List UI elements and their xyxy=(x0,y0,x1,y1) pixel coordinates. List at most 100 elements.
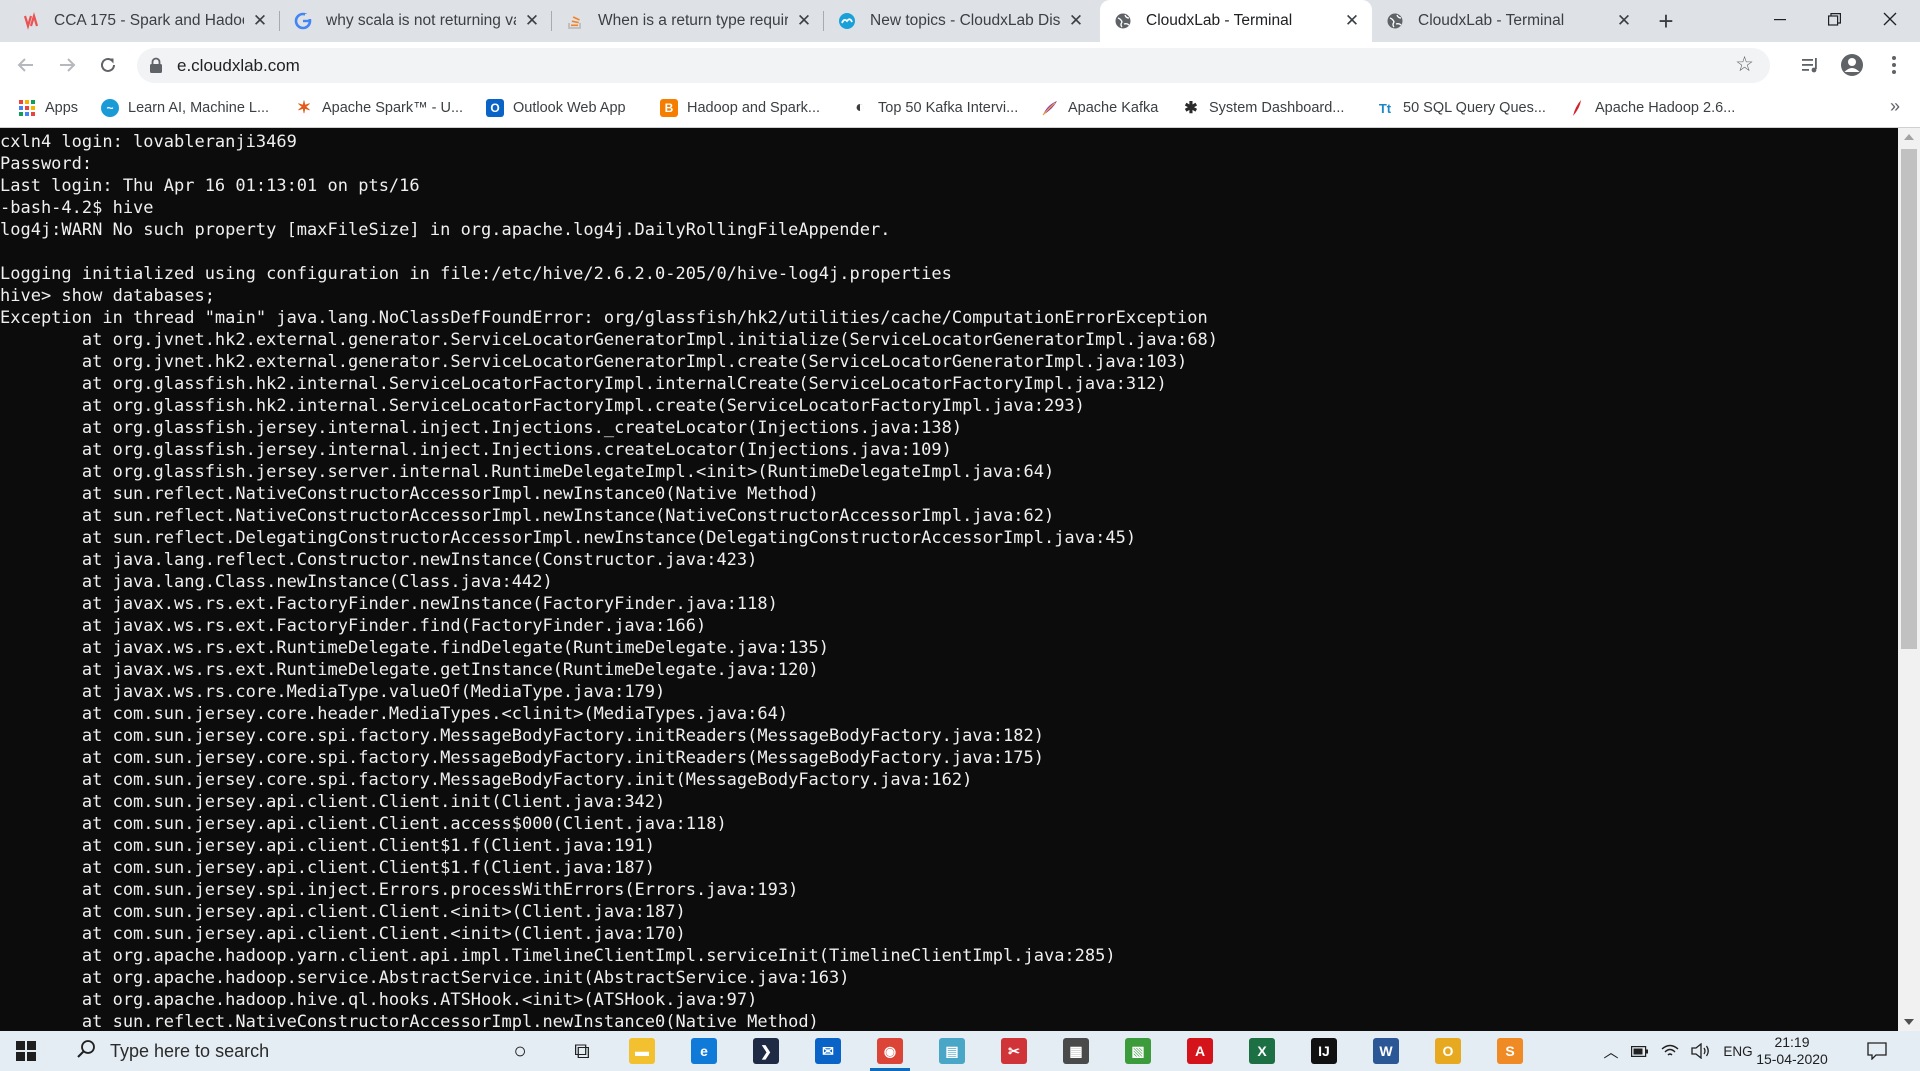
taskbar-search-box[interactable]: Type here to search xyxy=(62,1031,480,1071)
bookmark-star-icon[interactable]: ☆ xyxy=(1735,54,1754,76)
restore-button[interactable] xyxy=(1806,0,1862,38)
bookmark-learn-ai[interactable]: ~ Learn AI, Machine L... xyxy=(101,98,269,118)
bookmark-label: System Dashboard... xyxy=(1209,100,1345,116)
profile-button[interactable] xyxy=(1838,51,1866,79)
terminal-line: at javax.ws.rs.ext.RuntimeDelegate.getIn… xyxy=(0,660,819,680)
tab-title: New topics - CloudxLab Disc xyxy=(870,12,1060,29)
network-app-icon: ▦ xyxy=(1063,1038,1089,1064)
arrow-left-icon xyxy=(17,58,33,72)
account-icon xyxy=(1841,54,1863,76)
scroll-up-icon[interactable] xyxy=(1904,134,1914,140)
clock-time: 21:19 xyxy=(1774,1034,1810,1050)
terminal-line: at com.sun.jersey.core.header.MediaTypes… xyxy=(0,704,789,724)
tab-return-type[interactable]: When is a return type require ✕ xyxy=(552,0,824,42)
terminal-scrollbar[interactable] xyxy=(1898,128,1920,1031)
bookmark-outlook[interactable]: O Outlook Web App xyxy=(486,98,626,118)
show-hidden-icons-chevron-icon[interactable]: ︿ xyxy=(1603,1039,1619,1063)
taskbar-app-intellij[interactable]: IJ xyxy=(1302,1035,1346,1067)
start-button[interactable] xyxy=(16,1041,36,1066)
minimize-button[interactable] xyxy=(1752,0,1808,38)
reload-button[interactable] xyxy=(94,51,122,79)
tab-scala-google[interactable]: why scala is not returning val ✕ xyxy=(280,0,552,42)
taskbar-app-file-explorer[interactable]: ▬ xyxy=(620,1035,664,1067)
close-icon[interactable]: ✕ xyxy=(794,11,814,31)
tab-new-topics[interactable]: New topics - CloudxLab Disc ✕ xyxy=(824,0,1096,42)
close-icon[interactable]: ✕ xyxy=(250,11,270,31)
action-center-button[interactable] xyxy=(1864,1039,1890,1063)
scrollbar-thumb[interactable] xyxy=(1901,149,1917,649)
bookmark-apache-hadoop[interactable]: Apache Hadoop 2.6... xyxy=(1568,98,1735,118)
terminal-line: at org.apache.hadoop.hive.ql.hooks.ATSHo… xyxy=(0,990,758,1010)
taskbar-app-snipping-tool[interactable]: ✂ xyxy=(992,1035,1036,1067)
tab-cloudxlab-terminal[interactable]: CloudxLab - Terminal ✕ xyxy=(1372,0,1644,42)
taskbar-app-cortana[interactable]: ○ xyxy=(498,1035,542,1067)
taskbar-app-network-app[interactable]: ▦ xyxy=(1054,1035,1098,1067)
taskbar-app-sublime[interactable]: S xyxy=(1488,1035,1532,1067)
taskbar-app-outlook-taskbar[interactable]: O xyxy=(1426,1035,1470,1067)
bookmark-label: Apache Spark™ - U... xyxy=(322,100,464,116)
terminal-line: at org.glassfish.jersey.internal.inject.… xyxy=(0,418,963,438)
terminal-line: at com.sun.jersey.api.client.Client.<ini… xyxy=(0,902,686,922)
back-button[interactable] xyxy=(12,51,40,79)
tab-cloudxlab-terminal-active[interactable]: CloudxLab - Terminal ✕ xyxy=(1100,0,1372,42)
bookmark-system-dashboard[interactable]: ✱ System Dashboard... xyxy=(1182,98,1344,118)
tab-title: CloudxLab - Terminal xyxy=(1146,12,1293,29)
bookmarks-overflow-icon[interactable]: » xyxy=(1890,96,1900,117)
taskbar-app-image-editor[interactable]: ▧ xyxy=(1116,1035,1160,1067)
bookmark-kafka-interview[interactable]: ◐ Top 50 Kafka Intervi... xyxy=(851,98,1018,118)
terminal-line: at java.lang.Class.newInstance(Class.jav… xyxy=(0,572,553,592)
close-icon[interactable]: ✕ xyxy=(522,11,542,31)
terminal-output[interactable]: cxln4 login: lovableranji3469 Password: La… xyxy=(0,128,1898,1031)
bookmark-label: 50 SQL Query Ques... xyxy=(1403,100,1546,116)
system-clock[interactable]: 21:19 15-04-2020 xyxy=(1752,1034,1832,1068)
new-tab-button[interactable]: + xyxy=(1652,6,1680,36)
taskbar-app-task-view[interactable]: ⧉ xyxy=(560,1035,604,1067)
tab-title: CCA 175 - Spark and Hadoop xyxy=(54,12,244,29)
bookmark-sql-questions[interactable]: Tt 50 SQL Query Ques... xyxy=(1376,98,1546,118)
terminal-line: -bash-4.2$ hive xyxy=(0,198,154,218)
volume-icon[interactable] xyxy=(1690,1039,1712,1063)
taskbar-app-chrome[interactable]: ◉ xyxy=(868,1035,912,1067)
chrome-icon: ◉ xyxy=(877,1038,903,1064)
close-icon[interactable]: ✕ xyxy=(1342,11,1362,31)
close-icon[interactable]: ✕ xyxy=(1614,11,1634,31)
bookmark-apache-kafka[interactable]: Apache Kafka xyxy=(1041,98,1158,118)
terminal-line: Logging initialized using configuration … xyxy=(0,264,952,284)
image-editor-icon: ▧ xyxy=(1125,1038,1151,1064)
tab-cca-175[interactable]: CCA 175 - Spark and Hadoop ✕ xyxy=(8,0,280,42)
taskbar-app-excel[interactable]: X xyxy=(1240,1035,1284,1067)
bookmark-apache-spark[interactable]: ✶ Apache Spark™ - U... xyxy=(295,98,463,118)
apache-feather-icon xyxy=(1568,99,1586,117)
browser-menu-button[interactable] xyxy=(1880,51,1908,79)
tab-title: CloudxLab - Terminal xyxy=(1418,12,1565,29)
globe-icon xyxy=(1114,12,1132,30)
terminal-line: at sun.reflect.NativeConstructorAccessor… xyxy=(0,484,819,504)
forward-button[interactable] xyxy=(53,51,81,79)
notepad-icon: ▤ xyxy=(939,1038,965,1064)
terminal-line: at javax.ws.rs.core.MediaType.valueOf(Me… xyxy=(0,682,666,702)
close-window-button[interactable] xyxy=(1862,0,1918,38)
scroll-down-icon[interactable] xyxy=(1904,1019,1914,1025)
bookmark-hadoop-spark[interactable]: B Hadoop and Spark... xyxy=(660,98,820,118)
task-view-icon: ⧉ xyxy=(574,1038,590,1063)
taskbar-app-mail[interactable]: ✉ xyxy=(806,1035,850,1067)
terminal-text: cxln4 login: lovableranji3469 Password: La… xyxy=(0,131,1218,1031)
taskbar-app-word[interactable]: W xyxy=(1364,1035,1408,1067)
battery-icon[interactable] xyxy=(1630,1039,1650,1063)
close-icon xyxy=(1883,12,1897,26)
bookmark-label: Apache Hadoop 2.6... xyxy=(1595,100,1736,116)
close-icon[interactable]: ✕ xyxy=(1066,11,1086,31)
taskbar-app-powershell[interactable]: ❯ xyxy=(744,1035,788,1067)
wifi-icon[interactable] xyxy=(1660,1039,1680,1063)
clock-date: 15-04-2020 xyxy=(1756,1051,1828,1067)
address-bar[interactable]: e.cloudxlab.com ☆ xyxy=(137,48,1770,83)
taskbar-app-edge[interactable]: e xyxy=(682,1035,726,1067)
taskbar-app-notepad[interactable]: ▤ xyxy=(930,1035,974,1067)
sql-site-icon: Tt xyxy=(1378,100,1392,116)
bookmark-label: Apache Kafka xyxy=(1068,100,1159,116)
bookmark-apps[interactable]: Apps xyxy=(18,98,78,118)
input-language[interactable]: ENG xyxy=(1720,1039,1756,1063)
acrobat-icon: A xyxy=(1187,1038,1213,1064)
taskbar-app-acrobat[interactable]: A xyxy=(1178,1035,1222,1067)
media-controls-button[interactable] xyxy=(1797,51,1825,79)
